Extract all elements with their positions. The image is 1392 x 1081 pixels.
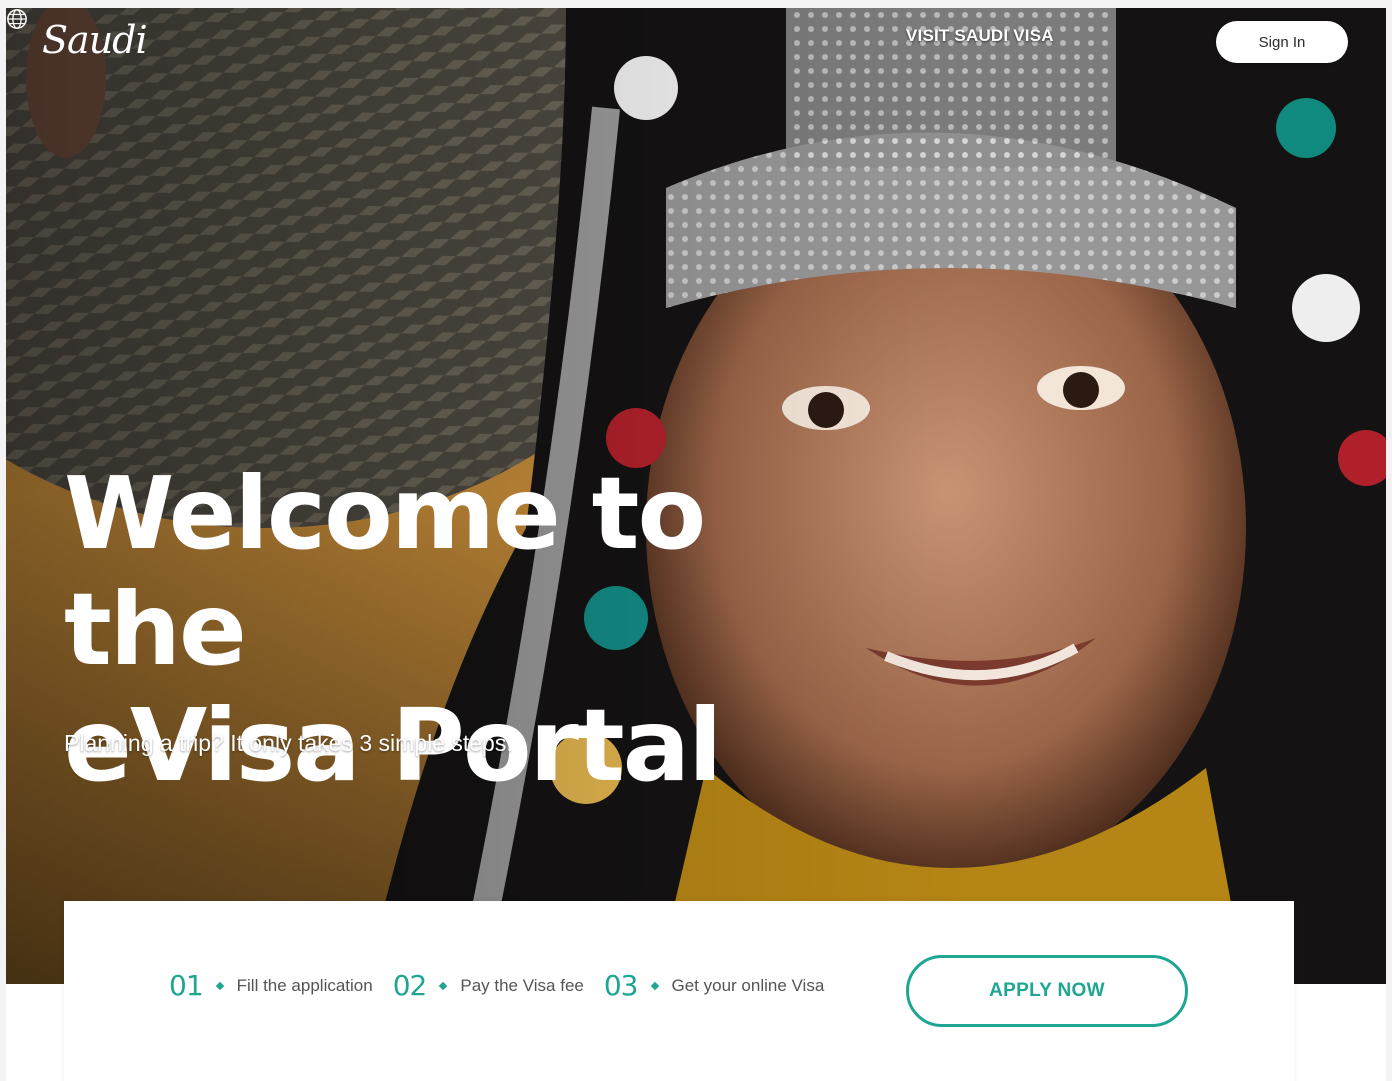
steps-card: 01 Fill the application 02 Pay the Visa … [64,901,1294,1081]
hero-banner: Saudi VISIT SAUDI VISA Sign In Welcome t… [6,8,1386,984]
saudi-logo[interactable]: Saudi [42,18,148,62]
step-item: 02 Pay the Visa fee [393,969,584,1002]
step-label: Pay the Visa fee [460,975,584,995]
diamond-icon [439,981,448,990]
step-item: 01 Fill the application [169,969,373,1002]
step-number: 02 [392,969,428,1002]
globe-icon[interactable] [6,8,28,30]
step-number: 03 [603,969,639,1002]
diamond-icon [215,981,224,990]
hero-title-line-1: Welcome to the [64,455,706,688]
step-number: 01 [169,969,204,1002]
sign-in-button[interactable]: Sign In [1216,21,1348,63]
step-label: Get your online Visa [671,975,825,995]
steps-list: 01 Fill the application 02 Pay the Visa … [169,969,844,1002]
step-label: Fill the application [236,975,373,995]
diamond-icon [650,981,659,990]
visit-saudi-visa-link[interactable]: VISIT SAUDI VISA [906,26,1054,46]
hero-subtitle: Planning a trip? It only takes 3 simple … [64,730,513,756]
step-item: 03 Get your online Visa [604,969,824,1002]
page: Saudi VISIT SAUDI VISA Sign In Welcome t… [6,8,1386,1081]
apply-now-button[interactable]: APPLY NOW [906,955,1188,1027]
